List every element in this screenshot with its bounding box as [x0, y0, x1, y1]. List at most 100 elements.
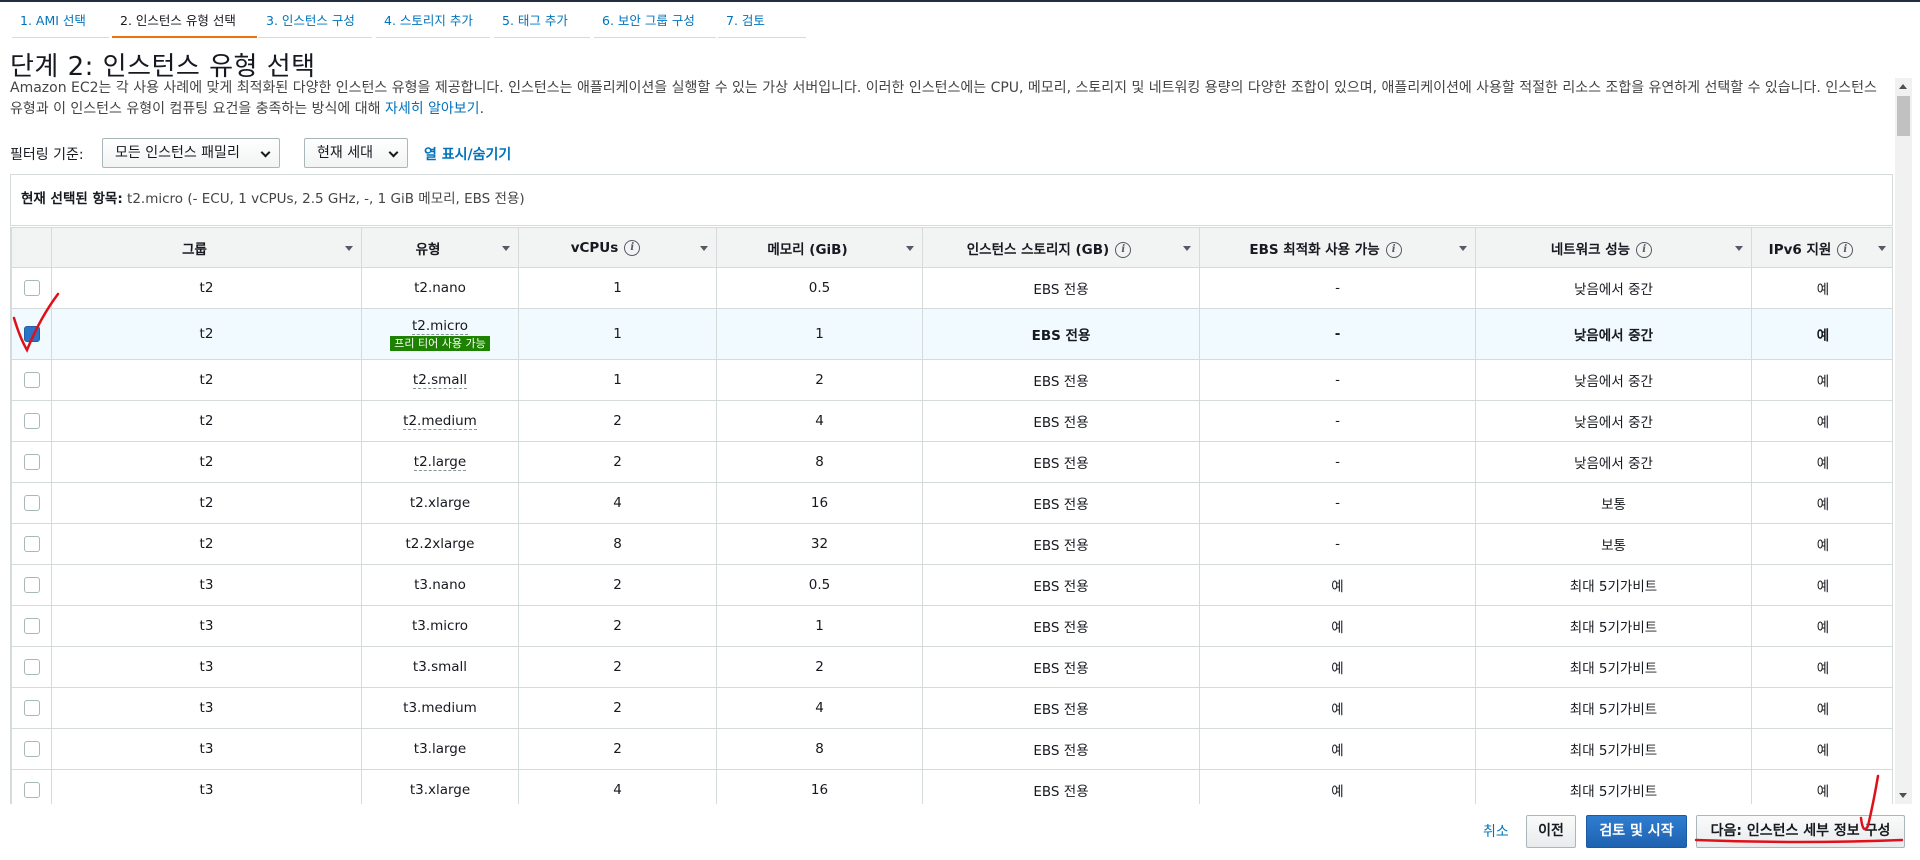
cell-ebs-value: -	[1335, 495, 1340, 511]
cell-memory-value: 0.5	[808, 577, 831, 593]
page-scrollbar[interactable]	[1895, 78, 1912, 804]
row-checkbox[interactable]	[23, 495, 40, 511]
table-row[interactable]: t2 t2.small 1 2 EBS 전용 - 낮음에서 중간 예	[11, 359, 1892, 401]
wizard-step-ami[interactable]: 1. AMI 선택	[12, 6, 109, 38]
scroll-up-arrow-icon[interactable]	[1899, 84, 1907, 89]
cell-memory-value: 4	[815, 700, 824, 716]
row-checkbox[interactable]	[23, 280, 40, 296]
cell-group-value: t2	[199, 280, 214, 296]
header-instance-storage[interactable]: 인스턴스 스토리지 (GB) i	[922, 227, 1200, 268]
generation-select[interactable]: 현재 세대	[304, 138, 408, 168]
wizard-step-add-storage[interactable]: 4. 스토리지 추가	[376, 6, 490, 38]
header-ebs-optimized[interactable]: EBS 최적화 사용 가능 i	[1199, 227, 1476, 268]
row-checkbox[interactable]	[23, 618, 40, 634]
cell-type: t2.2xlarge	[361, 523, 519, 565]
cell-group: t3	[51, 687, 362, 729]
table-row[interactable]: t3 t3.nano 2 0.5 EBS 전용 예 최대 5기가비트 예	[11, 564, 1892, 606]
info-icon[interactable]: i	[1837, 241, 1854, 258]
cell-network: 낮음에서 중간	[1475, 359, 1752, 401]
header-vcpus[interactable]: vCPUs i	[518, 227, 717, 268]
header-vcpus-label: vCPUs	[570, 239, 619, 256]
scroll-down-arrow-icon[interactable]	[1899, 793, 1907, 798]
table-row[interactable]: t2 t2.medium 2 4 EBS 전용 - 낮음에서 중간 예	[11, 400, 1892, 442]
row-checkbox[interactable]	[23, 741, 40, 757]
cell-group: t2	[51, 400, 362, 442]
instance-family-select[interactable]: 모든 인스턴스 패밀리	[102, 138, 280, 168]
instance-type-table: 그룹 유형 vCPUs i 메모리 (GiB) 인스턴스 스토리지 (GB) i E…	[10, 227, 1893, 804]
header-select	[11, 227, 52, 268]
cell-storage-value: EBS 전용	[1033, 374, 1089, 390]
info-icon[interactable]: i	[624, 239, 641, 256]
info-icon[interactable]: i	[1115, 241, 1132, 258]
table-row[interactable]: t2 t2.nano 1 0.5 EBS 전용 - 낮음에서 중간 예	[11, 267, 1892, 309]
instance-type-name: t2.nano	[414, 280, 466, 296]
cell-vcpus: 1	[518, 267, 717, 309]
cell-memory-value: 8	[815, 454, 824, 470]
table-row[interactable]: t3 t3.xlarge 4 16 EBS 전용 예 최대 5기가비트 예	[11, 769, 1892, 804]
cancel-link[interactable]: 취소	[1483, 821, 1509, 841]
wizard-step-instance-type[interactable]: 2. 인스턴스 유형 선택	[112, 6, 257, 38]
header-type[interactable]: 유형	[361, 227, 519, 268]
table-row[interactable]: t2 t2.xlarge 4 16 EBS 전용 - 보통 예	[11, 482, 1892, 524]
table-row[interactable]: t2 t2.micro 프리 티어 사용 가능 1 1 EBS 전용 - 낮음에서 중간 예	[11, 308, 1892, 360]
cell-memory-value: 1	[815, 618, 824, 634]
header-ipv6-support[interactable]: IPv6 지원 i	[1751, 227, 1892, 268]
show-hide-columns-link[interactable]: 열 표시/숨기기	[424, 144, 511, 164]
row-checkbox[interactable]	[23, 659, 40, 675]
cell-group: t3	[51, 728, 362, 770]
cell-network: 낮음에서 중간	[1475, 441, 1752, 483]
info-icon[interactable]: i	[1636, 241, 1653, 258]
scroll-thumb[interactable]	[1897, 96, 1910, 136]
cell-group-value: t3	[199, 618, 214, 634]
table-row[interactable]: t2 t2.2xlarge 8 32 EBS 전용 - 보통 예	[11, 523, 1892, 565]
next-configure-instance-button[interactable]: 다음: 인스턴스 세부 정보 구성	[1696, 815, 1905, 848]
current-selection-panel: 현재 선택된 항목: t2.micro (- ECU, 1 vCPUs, 2.5…	[10, 174, 1893, 226]
checkbox-cell	[11, 605, 52, 647]
cell-type: t2.xlarge	[361, 482, 519, 524]
cell-memory: 1	[716, 308, 923, 360]
row-checkbox[interactable]	[23, 372, 40, 388]
header-ebs-label: EBS 최적화 사용 가능	[1249, 241, 1380, 258]
row-checkbox[interactable]	[23, 454, 40, 470]
instance-type-name: t3.small	[412, 659, 468, 675]
header-memory[interactable]: 메모리 (GiB)	[716, 227, 923, 268]
header-group[interactable]: 그룹	[51, 227, 362, 268]
wizard-step-configure-instance[interactable]: 3. 인스턴스 구성	[258, 6, 372, 38]
instance-type-name: t2.2xlarge	[405, 536, 475, 552]
cell-storage-value: EBS 전용	[1033, 538, 1089, 554]
row-checkbox[interactable]	[23, 326, 40, 342]
wizard-step-security-group[interactable]: 6. 보안 그룹 구성	[594, 6, 716, 38]
cell-storage-value: EBS 전용	[1033, 620, 1089, 636]
cell-group: t2	[51, 267, 362, 309]
row-checkbox[interactable]	[23, 782, 40, 798]
cell-group: t2	[51, 441, 362, 483]
cell-ipv6-value: 예	[1816, 743, 1830, 759]
cell-ipv6: 예	[1751, 441, 1892, 483]
review-and-launch-button[interactable]: 검토 및 시작	[1586, 815, 1687, 848]
cell-ipv6: 예	[1751, 308, 1892, 360]
cell-group-value: t2	[199, 413, 214, 429]
cell-group: t2	[51, 308, 362, 360]
table-row[interactable]: t3 t3.medium 2 4 EBS 전용 예 최대 5기가비트 예	[11, 687, 1892, 729]
wizard-step-add-tags[interactable]: 5. 태그 추가	[494, 6, 590, 38]
row-checkbox[interactable]	[23, 700, 40, 716]
wizard-step-review[interactable]: 7. 검토	[718, 6, 806, 38]
cell-vcpus-value: 1	[613, 326, 622, 342]
cell-ebs: -	[1199, 441, 1476, 483]
cell-ebs-value: -	[1334, 326, 1341, 342]
table-row[interactable]: t3 t3.large 2 8 EBS 전용 예 최대 5기가비트 예	[11, 728, 1892, 770]
cell-network: 최대 5기가비트	[1475, 564, 1752, 606]
learn-more-link[interactable]: 자세히 알아보기	[385, 101, 480, 117]
cell-vcpus-value: 1	[613, 280, 622, 296]
cell-type: t3.medium	[361, 687, 519, 729]
header-network-performance[interactable]: 네트워크 성능 i	[1475, 227, 1752, 268]
table-row[interactable]: t3 t3.small 2 2 EBS 전용 예 최대 5기가비트 예	[11, 646, 1892, 688]
row-checkbox[interactable]	[23, 536, 40, 552]
info-icon[interactable]: i	[1385, 241, 1402, 258]
row-checkbox[interactable]	[23, 413, 40, 429]
table-row[interactable]: t2 t2.large 2 8 EBS 전용 - 낮음에서 중간 예	[11, 441, 1892, 483]
previous-button[interactable]: 이전	[1526, 815, 1576, 848]
row-checkbox[interactable]	[23, 577, 40, 593]
description-end: .	[479, 101, 485, 117]
table-row[interactable]: t3 t3.micro 2 1 EBS 전용 예 최대 5기가비트 예	[11, 605, 1892, 647]
